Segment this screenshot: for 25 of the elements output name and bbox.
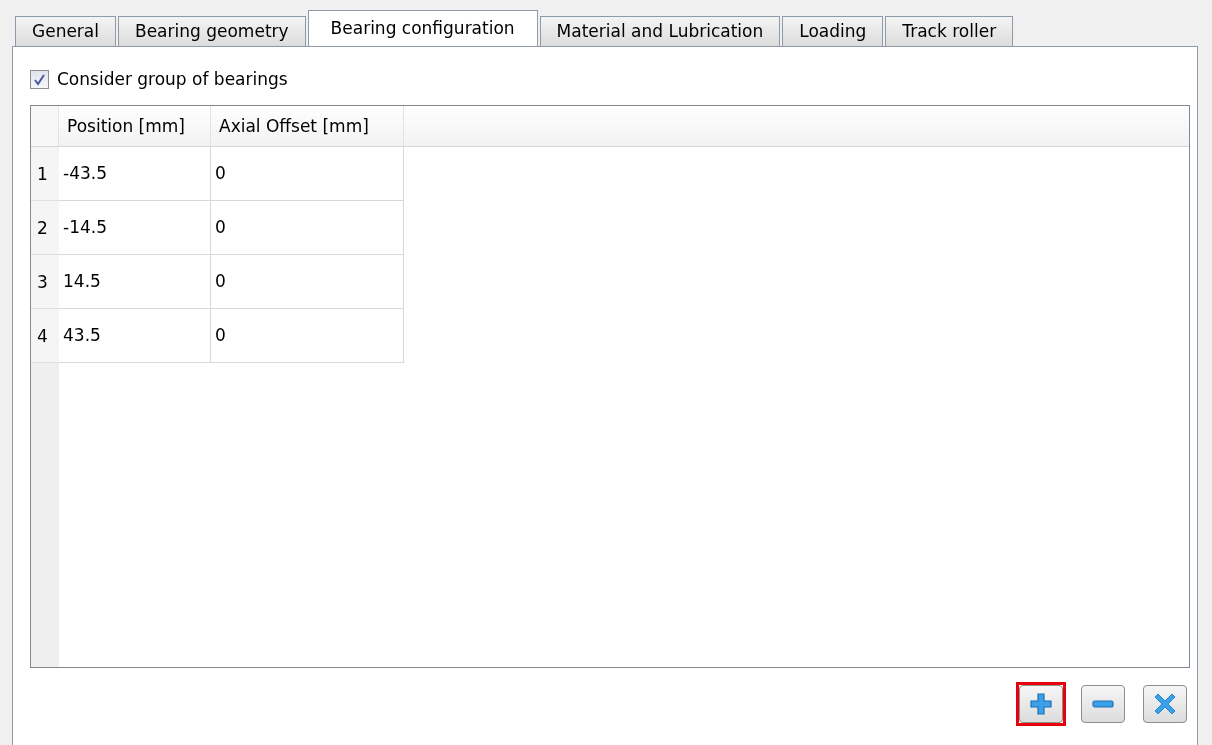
table-cell[interactable]: 0 (211, 200, 404, 255)
tab[interactable]: Bearing configuration (307, 10, 538, 46)
table-cell[interactable]: 14.5 (59, 254, 211, 309)
column-header[interactable]: Position [mm] (59, 105, 211, 146)
row-header[interactable]: 2 (31, 200, 59, 255)
table-cell[interactable]: -43.5 (59, 146, 211, 201)
row-header[interactable]: 1 (31, 146, 59, 201)
table-cell[interactable]: 0 (211, 308, 404, 363)
table-cell[interactable]: 0 (211, 254, 404, 309)
tab[interactable]: General (15, 16, 116, 46)
table-cell[interactable]: 0 (211, 146, 404, 201)
plus-button[interactable] (1016, 681, 1066, 726)
row-header[interactable]: 3 (31, 254, 59, 309)
plus-icon (1028, 690, 1054, 717)
column-header[interactable]: Axial Offset [mm] (211, 105, 404, 146)
table-cell[interactable]: 43.5 (59, 308, 211, 363)
tab[interactable]: Bearing geometry (118, 16, 306, 46)
tab[interactable]: Material and Lubrication (539, 16, 781, 46)
tab[interactable]: Loading (782, 16, 884, 46)
row-header[interactable]: 4 (31, 308, 59, 363)
table-cell[interactable]: -14.5 (59, 200, 211, 255)
tab[interactable]: Track roller (885, 16, 1014, 46)
checkbox[interactable] (30, 70, 49, 90)
minus-icon (1092, 699, 1114, 708)
checkbox-label[interactable]: Consider group of bearings (57, 67, 288, 93)
